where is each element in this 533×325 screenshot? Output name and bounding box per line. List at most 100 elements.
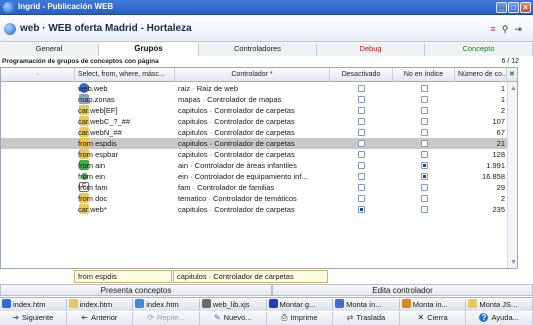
export-icon[interactable]: ⇥ [513, 24, 523, 34]
tab-concepto[interactable]: Concepto [425, 43, 533, 56]
close-window-button[interactable]: × [520, 2, 531, 13]
document-tab[interactable]: Montar g... [267, 299, 334, 311]
desactivado-checkbox[interactable] [358, 162, 365, 169]
cierra-button[interactable]: ✕ Cierra [399, 312, 467, 325]
table-row[interactable]: from ein ein · Controlador de equipamient… [1, 171, 517, 182]
numero-cell: 2 [500, 106, 505, 115]
controlador-cell: capitulos · Controlador de carpetas [178, 139, 295, 148]
no-indice-checkbox[interactable] [421, 162, 428, 169]
table-row[interactable]: car.webC_?_## capitulos · Controlador de … [1, 116, 517, 127]
nuevo-button[interactable]: ✎ Nuevo... [199, 312, 267, 325]
new-icon: ✎ [213, 313, 221, 322]
select-edit-field[interactable]: from espdis [74, 270, 172, 283]
window-title: Ingrid - Publicación WEB [18, 2, 114, 11]
edita-controlador-button[interactable]: Edita controlador [272, 284, 533, 296]
no-indice-checkbox[interactable] [421, 96, 428, 103]
table-row[interactable]: Ffrom fam fam · Controlador de familias 29 [1, 182, 517, 193]
binoculars-icon[interactable]: ⚲ [500, 24, 510, 34]
controlador-cell: ein · Controlador de equipamiento inf... [178, 172, 308, 181]
anterior-button[interactable]: ➔ Anterior [66, 312, 134, 325]
tab-grupos[interactable]: Grupos [99, 43, 199, 56]
imprime-button[interactable]: ⎙ Imprime [266, 312, 334, 325]
page-title: web · WEB oferta Madrid - Hortaleza [20, 23, 192, 34]
siguiente-button[interactable]: ➔ Siguiente [0, 312, 67, 325]
table-row[interactable]: from ain ain · Controlador de áreas infan… [1, 160, 517, 171]
no-indice-checkbox[interactable] [421, 173, 428, 180]
table-row[interactable]: from espdis capitulos · Controlador de ca… [1, 138, 517, 149]
no-indice-checkbox[interactable] [421, 129, 428, 136]
document-tab[interactable]: Monta in... [400, 299, 467, 311]
desactivado-checkbox[interactable] [358, 96, 365, 103]
table-row[interactable]: from doc tematico · Controlador de temáti… [1, 193, 517, 204]
no-indice-checkbox[interactable] [421, 118, 428, 125]
presenta-conceptos-button[interactable]: Presenta conceptos [0, 284, 272, 296]
tab-general[interactable]: General [0, 43, 99, 56]
no-indice-checkbox[interactable] [421, 85, 428, 92]
no-indice-checkbox[interactable] [421, 151, 428, 158]
repite-button[interactable]: ⟳ Repite... [133, 312, 200, 325]
no-indice-checkbox[interactable] [421, 184, 428, 191]
traslada-button[interactable]: ⇄ Traslada [333, 312, 400, 325]
select-cell: from ain [78, 161, 106, 170]
desactivado-checkbox[interactable] [358, 118, 365, 125]
desactivado-checkbox[interactable] [358, 140, 365, 147]
desactivado-checkbox[interactable] [358, 85, 365, 92]
desactivado-checkbox[interactable] [358, 173, 365, 180]
desactivado-checkbox[interactable] [358, 195, 365, 202]
desactivado-checkbox[interactable] [358, 107, 365, 114]
table-row[interactable]: car.web* capitulos · Controlador de carpe… [1, 204, 517, 215]
select-cell: from espdis [78, 139, 117, 148]
table-row[interactable]: web.web raiz · Raiz de web 1 [1, 83, 517, 94]
column-header-icon[interactable]: · [1, 68, 75, 82]
button-label: Imprime [290, 313, 318, 322]
document-tab-label: Montar g... [279, 300, 316, 309]
controlador-cell: mapas · Controlador de mapas [178, 95, 282, 104]
ayuda-button[interactable]: ? Ayuda... [466, 312, 533, 325]
tab-controladores[interactable]: Controladores [199, 43, 317, 56]
table-row[interactable]: car.web[EF] capitulos · Controlador de ca… [1, 105, 517, 116]
document-tab-label: Monta in... [412, 300, 448, 309]
column-header-no-indice[interactable]: No en índice [393, 68, 455, 82]
no-indice-checkbox[interactable] [421, 206, 428, 213]
table-row[interactable]: map.zonas mapas · Controlador de mapas 1 [1, 94, 517, 105]
tab-debug[interactable]: Debug [317, 43, 425, 56]
scroll-up-icon[interactable]: ▲ [509, 84, 517, 93]
controlador-cell: capitulos · Controlador de carpetas [178, 128, 295, 137]
select-cell: from espbar [78, 150, 119, 159]
document-tab[interactable]: index.htm [133, 299, 200, 311]
button-label: Repite... [156, 313, 185, 322]
excel-export-icon[interactable]: ✖ [507, 68, 517, 82]
no-indice-checkbox[interactable] [421, 195, 428, 202]
document-tab[interactable]: Monta JS... [466, 299, 533, 311]
column-header-numero[interactable]: Número de co... [455, 68, 507, 82]
column-header-desactivado[interactable]: Desactivado [330, 68, 393, 82]
maximize-button[interactable]: □ [508, 2, 519, 13]
no-indice-checkbox[interactable] [421, 140, 428, 147]
document-tab[interactable]: index.htm [67, 299, 134, 311]
document-tab[interactable]: web_lib.xjs [200, 299, 267, 311]
table-row[interactable]: from espbar capitulos · Controlador de ca… [1, 149, 517, 160]
vertical-scrollbar[interactable]: ▲ ▼ [507, 82, 517, 268]
panel-header: Programación de grupos de conceptos con … [0, 57, 533, 67]
stack-icon[interactable]: ≡ [488, 24, 498, 34]
document-tab[interactable]: index.htm [0, 299, 67, 311]
controlador-edit-field[interactable]: capitulos · Controlador de carpetas [173, 270, 328, 283]
desactivado-checkbox[interactable] [358, 184, 365, 191]
bottom-button-bar: ➔ Siguiente ➔ Anterior ⟳ Repite... ✎ Nuevo... ⎙ I… [0, 312, 533, 325]
column-header-controlador[interactable]: Controlador * [175, 68, 330, 82]
table-row[interactable]: car.webN_## capitulos · Controlador de ca… [1, 127, 517, 138]
no-indice-checkbox[interactable] [421, 107, 428, 114]
document-tab-label: index.htm [146, 300, 179, 309]
minimize-button[interactable]: _ [496, 2, 507, 13]
document-tab-label: index.htm [13, 300, 46, 309]
desactivado-checkbox[interactable] [358, 129, 365, 136]
desactivado-checkbox[interactable] [358, 151, 365, 158]
numero-cell: 1 [500, 95, 505, 104]
document-tab-label: Monta ín... [346, 300, 382, 309]
scroll-down-icon[interactable]: ▼ [509, 258, 517, 267]
controlador-cell: fam · Controlador de familias [178, 183, 275, 192]
document-tab[interactable]: Monta ín... [333, 299, 400, 311]
document-icon [2, 299, 11, 308]
column-header-select[interactable]: Select, from, where, másc... [75, 68, 175, 82]
desactivado-checkbox[interactable] [358, 206, 365, 213]
